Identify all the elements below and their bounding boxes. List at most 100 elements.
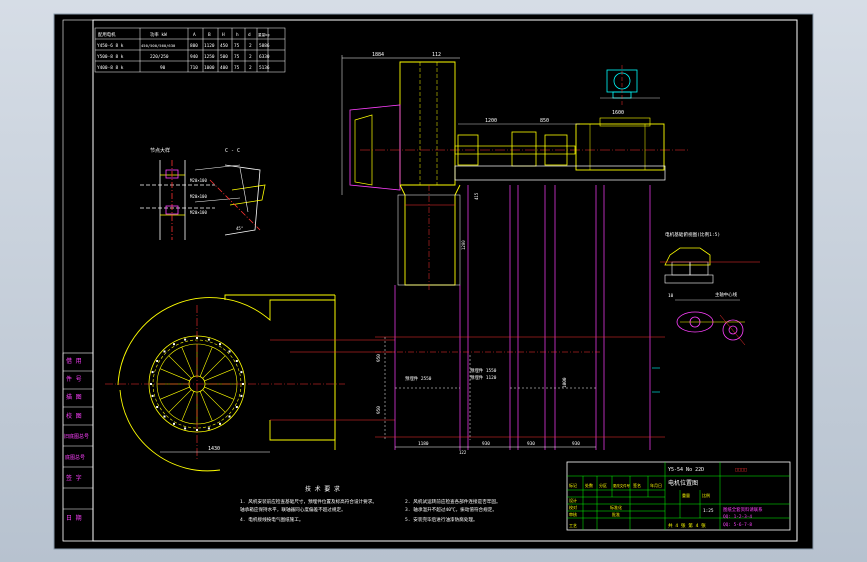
dim-right: 10	[668, 293, 674, 299]
flange-bolt	[196, 429, 198, 431]
strip-label-7: 日 期	[66, 514, 82, 522]
stage-label-1: 处数	[585, 482, 593, 488]
spec-header-5: h	[236, 32, 239, 38]
flange-bolt	[156, 406, 159, 408]
spec-r1-c6: 2	[249, 54, 252, 60]
sheet-info: 共 4 张 第 4 张	[668, 522, 706, 529]
dim-vert-1: 950	[376, 354, 382, 362]
flange-bolt	[240, 394, 243, 397]
scale-label: 比例	[702, 492, 710, 498]
tech-item-0: 1. 风机安装前应检查基础尺寸，预埋件位置及标高符合设计要求。	[240, 498, 377, 505]
flange-bolt	[228, 350, 231, 353]
svg-text:415: 415	[474, 192, 479, 200]
svg-text:122: 122	[459, 450, 467, 455]
scale-value: 1:25	[703, 508, 714, 514]
spec-r0-c7: 5886	[259, 43, 270, 49]
tech-title: 技 术 要 求	[305, 485, 340, 493]
stage-label-4: 签名	[633, 482, 641, 488]
flange-bolt	[184, 427, 187, 430]
spec-r0-c1: 450/500/560/630	[141, 43, 176, 48]
dim-top-2: 112	[432, 52, 441, 58]
motor-view-label: 电机基础俯视图(比例1:5)	[665, 231, 720, 238]
spec-r2-c7: 5136	[259, 65, 270, 71]
flange-bolt	[219, 343, 221, 346]
svg-text:M20×100: M20×100	[190, 210, 207, 215]
role-label-1: 校对	[569, 504, 577, 510]
role-label-0: 设计	[569, 497, 577, 503]
dim-mid-1: 1200	[485, 118, 497, 124]
svg-text:M20×100: M20×100	[190, 178, 207, 183]
spec-header-1: 功率 kW	[150, 31, 167, 38]
dim-vert-3: 1000	[562, 377, 568, 388]
strip-label-0: 借 用	[66, 357, 82, 365]
spec-header-6: d	[248, 32, 251, 38]
flange-bolt	[207, 427, 210, 430]
dim-scroll-width: 1430	[208, 446, 220, 452]
tech-item-3: 3. 轴承温升不超过40℃，振动值符合规定。	[405, 506, 497, 513]
spec-header-7: 重量kg	[258, 32, 270, 37]
svg-text:预埋件 1120: 预埋件 1120	[470, 374, 497, 381]
right-detail-label: 主轴中心线	[715, 291, 738, 298]
flange-bolt	[235, 406, 238, 408]
spec-header-2: A	[193, 32, 196, 38]
flange-bolt	[151, 394, 154, 397]
spec-r0-c2: 800	[190, 43, 198, 49]
spec-r2-c2: 710	[190, 65, 198, 71]
strip-label-2: 描 图	[66, 393, 82, 401]
cad-drawing: 借 用 件 号 描 图 校 图 旧底图总号 底图总号 签 字 日 期 配用电机 …	[53, 13, 814, 550]
spec-r2-c4: 400	[220, 65, 228, 71]
spec-r0-c0: Y450-6 8 k	[97, 43, 124, 49]
tech-item-5: 5. 安装完毕后进行油漆防腐处理。	[405, 516, 478, 523]
flange-bolt	[173, 422, 175, 425]
spec-r1-c1: 220/250	[150, 54, 169, 60]
strip-label-6: 签 字	[66, 474, 82, 482]
spec-header-3: B	[208, 32, 211, 38]
strip-label-5: 底图总号	[65, 454, 85, 461]
strip-label-3: 校 图	[66, 412, 82, 420]
spec-r1-c5: 75	[234, 54, 240, 60]
flange-bolt	[235, 360, 238, 362]
stage-label-2: 分区	[599, 482, 607, 488]
company-name: □□□□	[735, 467, 747, 473]
svg-text:45°: 45°	[236, 226, 243, 231]
flange-bolt	[207, 338, 210, 341]
svg-text:1200: 1200	[461, 240, 466, 250]
flange-bolt	[156, 360, 159, 362]
spec-r2-c3: 1000	[204, 65, 215, 71]
flange-bolt	[228, 415, 231, 418]
flange-bolt	[219, 422, 221, 425]
spec-r1-c0: Y500-8 8 k	[97, 54, 124, 60]
flange-bolt	[196, 337, 198, 339]
weight-label: 重量	[682, 492, 690, 498]
role-label-5: 批准	[612, 511, 620, 517]
dim-base-2: 930	[482, 441, 490, 447]
dim-mid-2: 850	[540, 118, 549, 124]
spec-r0-c3: 1120	[204, 43, 215, 49]
drawing-code: Y5-54 No 22D	[668, 467, 704, 473]
strip-label-1: 件 号	[66, 375, 82, 383]
flange-bolt	[242, 383, 244, 385]
spec-r0-c6: 2	[249, 43, 252, 49]
spec-header-4: H	[222, 32, 225, 38]
spec-r1-c2: 940	[190, 54, 198, 60]
tech-item-2: 2. 风机试运转前应检查各部件连接是否牢固。	[405, 498, 501, 505]
flange-bolt	[151, 371, 154, 374]
flange-bolt	[150, 383, 152, 385]
dim-base-1: 1180	[418, 441, 429, 447]
spec-r2-c6: 2	[249, 65, 252, 71]
tech-item-4: 4. 电机接线按电气图纸施工。	[240, 516, 303, 523]
contact-2: QQ: 1-2-3-4	[723, 514, 752, 520]
section-title: C - C	[225, 148, 240, 154]
tech-item-1: 轴承箱应保持水平，联轴器同心度偏差不超过规定。	[240, 506, 346, 513]
svg-text:M20×100: M20×100	[190, 194, 207, 199]
detail-label: 节点大样	[150, 147, 170, 154]
role-label-2: 审核	[569, 511, 577, 517]
dim-base-4: 930	[572, 441, 580, 447]
dim-top-1: 1884	[372, 52, 384, 58]
anchor-label-1: 预埋件 2550	[405, 375, 432, 382]
spec-r2-c1: 90	[160, 65, 166, 71]
spec-r1-c7: 6330	[259, 54, 270, 60]
contact-1: 图纸全套资料请联系	[723, 506, 763, 513]
spec-r2-c5: 75	[234, 65, 240, 71]
stage-label-0: 标记	[569, 482, 577, 488]
